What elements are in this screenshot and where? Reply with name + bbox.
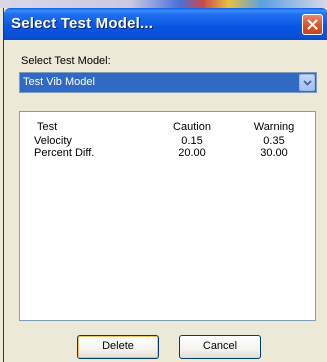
model-select-value: Test Vib Model: [23, 76, 95, 88]
header-caution: Caution: [173, 121, 211, 133]
row-warning: 30.00: [260, 147, 288, 159]
delete-button[interactable]: Delete: [77, 335, 159, 359]
chevron-down-icon: [302, 79, 312, 86]
model-select-dropdown[interactable]: Test Vib Model: [19, 72, 317, 93]
test-list[interactable]: Test Caution Warning Velocity 0.15 0.35 …: [19, 111, 316, 321]
row-test: Velocity: [34, 135, 72, 147]
row-warning: 0.35: [263, 135, 285, 147]
cancel-button[interactable]: Cancel: [179, 335, 261, 359]
select-model-label: Select Test Model:: [21, 55, 111, 67]
close-button[interactable]: [302, 14, 323, 35]
window-title: Select Test Model...: [11, 15, 154, 32]
header-test: Test: [37, 121, 58, 133]
title-bar[interactable]: Select Test Model...: [4, 8, 327, 40]
row-caution: 20.00: [178, 147, 206, 159]
row-caution: 0.15: [181, 135, 203, 147]
header-warning: Warning: [253, 121, 295, 133]
list-header: Test Caution Warning: [20, 121, 315, 133]
dropdown-button[interactable]: [299, 74, 315, 91]
list-item[interactable]: Percent Diff. 20.00 30.00: [20, 147, 315, 159]
background-desktop-strip: [0, 0, 327, 8]
list-item[interactable]: Velocity 0.15 0.35: [20, 135, 315, 147]
close-icon: [307, 19, 318, 30]
row-test: Percent Diff.: [34, 147, 95, 159]
